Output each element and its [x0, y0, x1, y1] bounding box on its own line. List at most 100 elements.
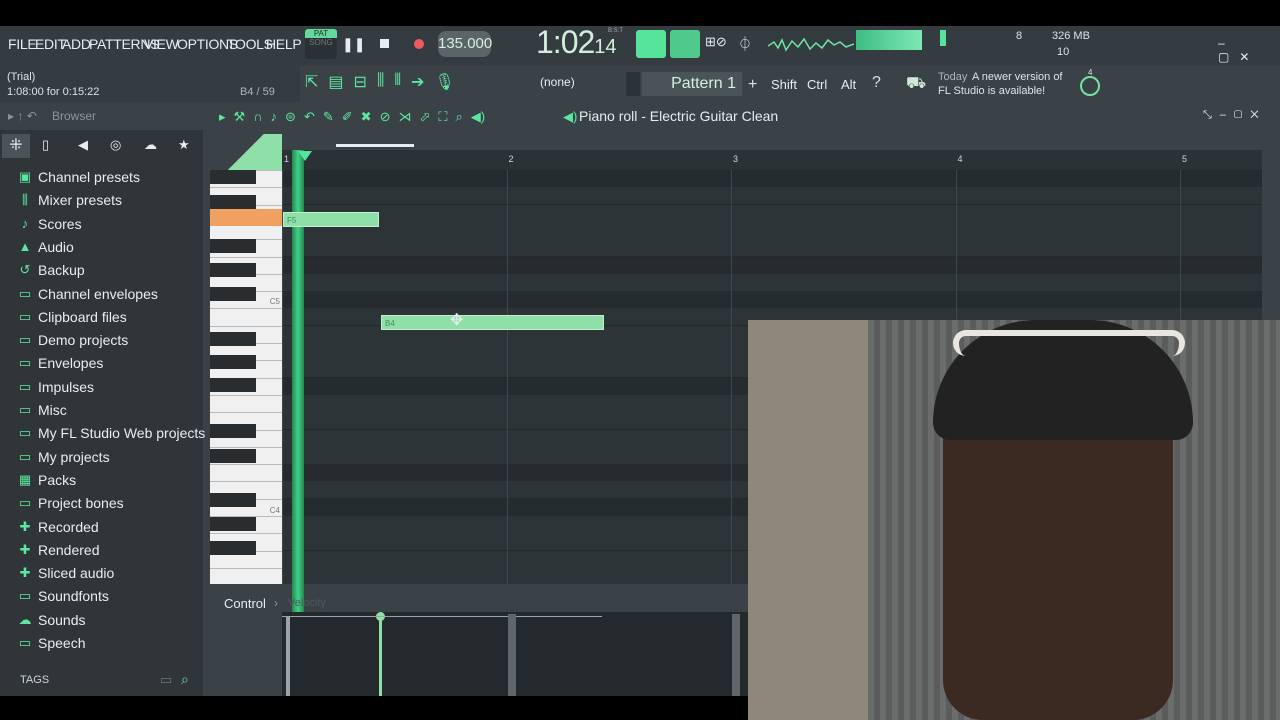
black-key[interactable]	[210, 424, 256, 438]
browser-item[interactable]: ▭ Misc	[18, 399, 67, 421]
zoom-region-icon[interactable]: ⛶	[438, 109, 447, 127]
browser-item[interactable]: ▭ Demo projects	[18, 329, 128, 351]
browser-item[interactable]: ▭ Soundfonts	[18, 585, 109, 607]
velocity-bar[interactable]	[508, 614, 516, 696]
cart-icon[interactable]: ⛟	[906, 74, 926, 94]
globe-icon[interactable]	[1080, 76, 1100, 96]
velocity-lane[interactable]	[282, 612, 748, 696]
black-key[interactable]	[210, 517, 256, 531]
menu-view[interactable]: VIEW	[144, 36, 179, 52]
mute-tool-icon[interactable]: ⊘	[380, 109, 391, 127]
black-key[interactable]	[210, 195, 256, 209]
browser-item[interactable]: ▭ Impulses	[18, 376, 94, 398]
mixer-icon[interactable]: ⫼	[377, 72, 384, 96]
paint-icon[interactable]: ✐	[342, 109, 353, 127]
piano-keys[interactable]: C5 C4	[210, 170, 282, 584]
alt-key[interactable]: Alt	[841, 77, 856, 92]
wrench-icon[interactable]: ⚒	[234, 109, 246, 127]
note-tool-icon[interactable]: ♪	[271, 109, 278, 127]
browser-item[interactable]: ✚ Recorded	[18, 516, 99, 538]
highlighted-key-f5[interactable]	[210, 209, 282, 226]
help-icon[interactable]: ?	[872, 74, 881, 92]
add-pattern-button[interactable]: +	[748, 76, 757, 94]
browser-item[interactable]: ▭ Clipboard files	[18, 306, 127, 328]
favorites-tab-icon[interactable]: ★	[178, 137, 190, 153]
menu-help[interactable]: HELP	[266, 36, 302, 52]
browser-item[interactable]: ♪ Scores	[18, 213, 82, 235]
record-button[interactable]	[408, 33, 430, 55]
playhead-marker-icon[interactable]	[298, 151, 312, 161]
update-message-2[interactable]: FL Studio is available!	[938, 85, 1045, 97]
plugin-db-tab-icon[interactable]: ◎	[110, 137, 121, 153]
browser-item[interactable]: ▦ Packs	[18, 469, 76, 491]
playlist-icon[interactable]: ⇱	[305, 72, 318, 96]
black-key[interactable]	[210, 287, 256, 301]
browser-item[interactable]: ✚ Sliced audio	[18, 562, 115, 584]
browser-item[interactable]: ▭ Channel envelopes	[18, 283, 158, 305]
cloud-tab-icon[interactable]: ☁	[144, 137, 157, 153]
pattern-view-icon[interactable]	[636, 30, 666, 58]
wait-input-icon[interactable]: ⊞⊘	[705, 34, 729, 54]
browser-item[interactable]: ✚ Rendered	[18, 539, 100, 561]
speaker-tab-icon[interactable]: ◀	[78, 137, 88, 153]
search-icon[interactable]: ⌕	[181, 671, 189, 688]
midi-device-select[interactable]: (none)	[540, 75, 620, 95]
tags-label[interactable]: TAGS	[20, 674, 49, 686]
browser-item[interactable]: ▣ Channel presets	[18, 166, 140, 188]
pause-button[interactable]: ❚❚	[342, 33, 365, 55]
piano-roll-window-controls[interactable]: ⤡–▢✕	[1203, 109, 1267, 122]
select-icon[interactable]: ⬀	[419, 109, 430, 127]
browser-nav-icons[interactable]: ▸ ↑ ↶	[8, 109, 37, 123]
microphone-icon[interactable]: 🎙	[434, 72, 454, 96]
pat-song-toggle[interactable]: PAT SONG	[305, 29, 337, 59]
piano-roll-icon[interactable]: ⊟	[354, 72, 367, 96]
browser-item[interactable]: ▲ Audio	[18, 236, 74, 258]
velocity-bar[interactable]	[286, 616, 290, 696]
black-key[interactable]	[210, 239, 256, 253]
metronome-icon[interactable]: ⏀	[738, 34, 760, 54]
velocity-bar[interactable]	[379, 616, 382, 696]
black-key[interactable]	[210, 541, 256, 555]
note-f5[interactable]: F5	[283, 212, 379, 227]
black-key[interactable]	[210, 449, 256, 463]
browser-item[interactable]: ▭ My FL Studio Web projects	[18, 422, 205, 444]
slice-icon[interactable]: ⋊	[398, 109, 411, 127]
black-key[interactable]	[210, 170, 256, 184]
browser-item[interactable]: ▭ Speech	[18, 632, 86, 654]
velocity-bar[interactable]	[732, 614, 740, 696]
black-key[interactable]	[210, 378, 256, 392]
pattern-prev-button[interactable]	[626, 72, 640, 96]
browser-item[interactable]: ▭ Project bones	[18, 492, 124, 514]
horizontal-scroll-thumb[interactable]	[336, 144, 414, 147]
menu-file[interactable]: FILE	[8, 36, 37, 52]
stamp-icon[interactable]: ⊜	[285, 109, 296, 127]
timeline-ruler[interactable]: 1 2 3 4 5	[282, 150, 1262, 170]
zoom-icon[interactable]: ⌕	[455, 109, 462, 127]
black-key[interactable]	[210, 355, 256, 369]
pencil-icon[interactable]: ✎	[323, 109, 334, 127]
stop-button[interactable]	[374, 33, 396, 55]
shift-key[interactable]: Shift	[771, 77, 797, 92]
browser-item[interactable]: ▭ Envelopes	[18, 352, 104, 374]
control-arrow-icon[interactable]: ›	[274, 596, 278, 610]
browser-item[interactable]: ⫼ Mixer presets	[18, 189, 122, 211]
tempo-display[interactable]: 135.000	[438, 31, 492, 57]
files-tab-icon[interactable]: ▯	[42, 137, 49, 153]
magnet-icon[interactable]: ∩	[253, 109, 262, 127]
arrow-right-icon[interactable]: ➔	[411, 72, 424, 96]
pattern-selector[interactable]: Pattern 1	[642, 72, 742, 96]
window-controls[interactable]: –▢✕	[1218, 36, 1274, 64]
black-key[interactable]	[210, 493, 256, 507]
plugin-picker-icon[interactable]: ⫴	[394, 72, 401, 96]
play-arrow-icon[interactable]: ▸	[219, 109, 226, 127]
browser-item[interactable]: ▭ My projects	[18, 446, 110, 468]
ctrl-key[interactable]: Ctrl	[807, 77, 827, 92]
playback-icon[interactable]: ◀)	[471, 109, 485, 127]
browser-item[interactable]: ☁ Sounds	[18, 609, 86, 631]
channel-rack-icon[interactable]: ▤	[328, 72, 343, 96]
update-message-1[interactable]: A newer version of	[972, 71, 1063, 83]
typing-keyboard-icon[interactable]	[670, 30, 700, 58]
browser-item[interactable]: ↺ Backup	[18, 259, 85, 281]
undo-icon[interactable]: ↶	[304, 109, 315, 127]
note-b4[interactable]: B4	[381, 315, 604, 330]
